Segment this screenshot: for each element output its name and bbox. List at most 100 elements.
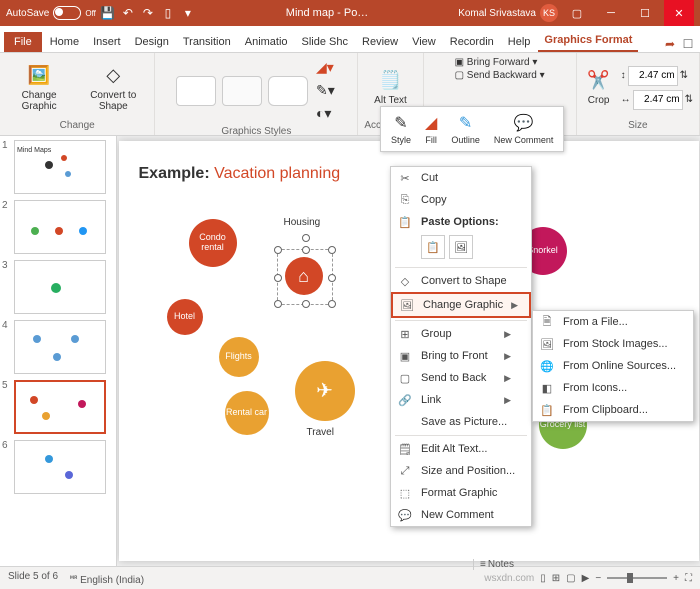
save-icon[interactable]: 💾 bbox=[100, 5, 116, 21]
comment-icon: 💬 bbox=[514, 113, 534, 133]
tab-animations[interactable]: Animatio bbox=[239, 32, 294, 52]
change-graphic-mini-icon: 🖼 bbox=[399, 299, 415, 312]
cm-new-comment[interactable]: 💬New Comment bbox=[391, 504, 531, 526]
watermark: wsxdn.com bbox=[484, 573, 534, 584]
mini-outline-button[interactable]: ✎Outline bbox=[445, 111, 486, 147]
outline-icon: ✎ bbox=[459, 113, 472, 133]
cm-copy[interactable]: ⎘Copy bbox=[391, 189, 531, 211]
group-size-label: Size bbox=[628, 120, 647, 131]
share-icon[interactable]: ➦ bbox=[662, 36, 678, 52]
sm-from-stock[interactable]: 🖼From Stock Images... bbox=[533, 333, 693, 355]
thumbnail-3[interactable]: 3 bbox=[2, 260, 114, 314]
minimize-icon[interactable]: ─ bbox=[596, 0, 626, 26]
alt-text-button[interactable]: 🗒️ Alt Text bbox=[370, 67, 411, 108]
housing-label: Housing bbox=[284, 217, 321, 228]
tab-help[interactable]: Help bbox=[502, 32, 537, 52]
tab-graphics-format[interactable]: Graphics Format bbox=[538, 30, 638, 52]
view-sorter-icon[interactable]: ⊞ bbox=[552, 573, 560, 584]
zoom-slider bbox=[607, 577, 667, 579]
send-backward-button[interactable]: ▢ Send Backward ▾ bbox=[455, 70, 545, 81]
tab-review[interactable]: Review bbox=[356, 32, 404, 52]
icons-icon: ◧ bbox=[539, 382, 555, 395]
tab-recording[interactable]: Recordin bbox=[444, 32, 500, 52]
mini-fill-button[interactable]: ◢Fill bbox=[419, 111, 443, 147]
notes-button[interactable]: ≡ Notes bbox=[473, 559, 520, 570]
change-graphic-button[interactable]: 🖼️ Change Graphic bbox=[6, 62, 72, 114]
thumbnail-1[interactable]: 1Mind Maps bbox=[2, 140, 114, 194]
size-pos-icon: ⤢ bbox=[397, 465, 413, 478]
comments-icon[interactable]: ☐ bbox=[680, 36, 696, 52]
view-reading-icon[interactable]: ▢ bbox=[566, 573, 575, 584]
cm-cut[interactable]: ✂Cut bbox=[391, 167, 531, 189]
zoom-out-icon: − bbox=[595, 573, 601, 584]
maximize-icon[interactable]: ☐ bbox=[630, 0, 660, 26]
sm-from-file[interactable]: 🗎From a File... bbox=[533, 311, 693, 333]
sm-from-clipboard[interactable]: 📋From Clipboard... bbox=[533, 399, 693, 421]
sm-from-online[interactable]: 🌐From Online Sources... bbox=[533, 355, 693, 377]
fit-to-window-icon[interactable]: ⛶ bbox=[685, 573, 692, 584]
paste-option-1[interactable]: 📋 bbox=[421, 235, 445, 259]
thumbnail-5[interactable]: 5 bbox=[2, 380, 114, 434]
tab-transitions[interactable]: Transition bbox=[177, 32, 237, 52]
thumbnail-2[interactable]: 2 bbox=[2, 200, 114, 254]
crop-button[interactable]: ✂️ Crop bbox=[583, 67, 615, 108]
paste-options-row: 📋 🖼 bbox=[391, 233, 531, 265]
cm-bring-to-front[interactable]: ▣Bring to Front▶ bbox=[391, 345, 531, 367]
convert-icon: ◇ bbox=[397, 275, 413, 288]
ribbon: 🖼️ Change Graphic ◇ Convert to Shape Cha… bbox=[0, 53, 700, 136]
tab-home[interactable]: Home bbox=[44, 32, 85, 52]
alt-text-icon: 🗒️ bbox=[378, 69, 402, 93]
tab-file[interactable]: File bbox=[4, 32, 42, 52]
stock-icon: 🖼 bbox=[539, 338, 555, 351]
zoom-in-icon: + bbox=[673, 573, 679, 584]
cm-convert-to-shape[interactable]: ◇Convert to Shape bbox=[391, 270, 531, 292]
cm-link[interactable]: 🔗Link▶ bbox=[391, 389, 531, 411]
view-slideshow-icon[interactable]: ▶ bbox=[582, 573, 590, 584]
crop-icon: ✂️ bbox=[587, 69, 611, 93]
ribbon-options-icon[interactable]: ▢ bbox=[562, 0, 592, 26]
autosave-toggle[interactable]: AutoSave Off bbox=[6, 6, 96, 20]
cm-format-graphic[interactable]: ⬚Format Graphic bbox=[391, 482, 531, 504]
graphics-effects-icon[interactable]: ◐▾ bbox=[314, 103, 337, 124]
cm-send-to-back[interactable]: ▢Send to Back▶ bbox=[391, 367, 531, 389]
paste-option-2[interactable]: 🖼 bbox=[449, 235, 473, 259]
autosave-label: AutoSave bbox=[6, 8, 49, 19]
tab-insert[interactable]: Insert bbox=[87, 32, 127, 52]
style-icon: ✎ bbox=[394, 113, 407, 133]
zoom-control[interactable]: − + bbox=[595, 573, 679, 584]
cm-change-graphic[interactable]: 🖼Change Graphic▶ bbox=[391, 292, 531, 318]
sm-from-icons[interactable]: ◧From Icons... bbox=[533, 377, 693, 399]
graphics-outline-icon[interactable]: ✎▾ bbox=[314, 80, 337, 101]
width-field[interactable]: ↔⇅ bbox=[621, 90, 693, 110]
cm-size-and-position[interactable]: ⤢Size and Position... bbox=[391, 460, 531, 482]
thumbnail-6[interactable]: 6 bbox=[2, 440, 114, 494]
qat-dropdown-icon[interactable]: ▾ bbox=[180, 5, 196, 21]
convert-to-shape-button[interactable]: ◇ Convert to Shape bbox=[78, 62, 148, 114]
mini-style-button[interactable]: ✎Style bbox=[385, 111, 417, 147]
redo-icon[interactable]: ↷ bbox=[140, 5, 156, 21]
cm-group[interactable]: ⊞Group▶ bbox=[391, 323, 531, 345]
view-normal-icon[interactable]: ▯ bbox=[540, 573, 546, 584]
slide-thumbnail-panel: 1Mind Maps 2 3 4 5 6 bbox=[0, 136, 117, 566]
mini-new-comment-button[interactable]: 💬New Comment bbox=[488, 111, 560, 147]
graphic-style-2[interactable] bbox=[222, 76, 262, 106]
user-avatar[interactable]: KS bbox=[540, 4, 558, 22]
close-icon[interactable]: ✕ bbox=[664, 0, 694, 26]
graphics-fill-icon[interactable]: ◢▾ bbox=[314, 57, 337, 78]
tab-slideshow[interactable]: Slide Shc bbox=[296, 32, 354, 52]
undo-icon[interactable]: ↶ bbox=[120, 5, 136, 21]
slideshow-icon[interactable]: ▯ bbox=[160, 5, 176, 21]
tab-design[interactable]: Design bbox=[129, 32, 175, 52]
cm-save-as-picture[interactable]: Save as Picture... bbox=[391, 411, 531, 433]
online-icon: 🌐 bbox=[539, 360, 555, 373]
thumbnail-4[interactable]: 4 bbox=[2, 320, 114, 374]
new-comment-icon: 💬 bbox=[397, 509, 413, 522]
chevron-right-icon: ▶ bbox=[511, 300, 518, 311]
cm-edit-alt-text[interactable]: 🗒Edit Alt Text... bbox=[391, 438, 531, 460]
tab-view[interactable]: View bbox=[406, 32, 442, 52]
bring-forward-button[interactable]: ▣ Bring Forward ▾ bbox=[455, 57, 538, 68]
selection-handles[interactable] bbox=[277, 249, 333, 305]
graphic-style-1[interactable] bbox=[176, 76, 216, 106]
height-field[interactable]: ↕⇅ bbox=[621, 66, 693, 86]
graphic-style-3[interactable] bbox=[268, 76, 308, 106]
